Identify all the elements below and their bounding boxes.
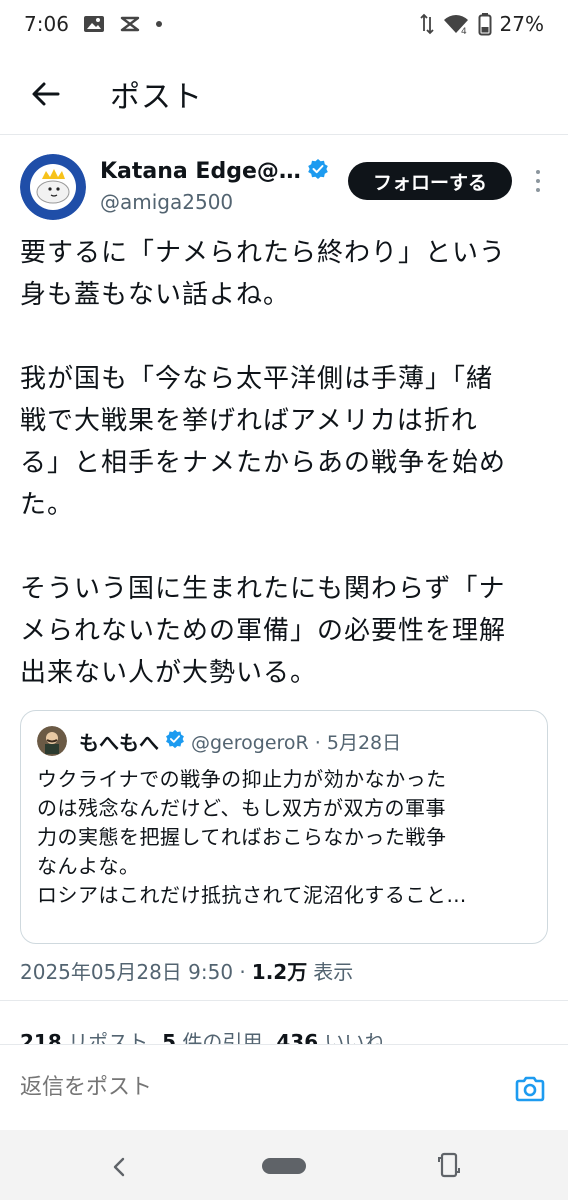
views-count: 1.2万 (251, 960, 308, 984)
quoted-tweet-text: ウクライナでの戦争の抑止力が効かなかった のは残念なんだけど、もし双方が双方の軍… (37, 765, 531, 910)
tweet-datetime: 2025年05月28日 9:50 · (20, 960, 246, 984)
notification-dot-icon (155, 20, 163, 28)
status-bar: 7:06 4 27% (0, 0, 568, 48)
rotate-icon (438, 1152, 460, 1178)
reply-bar (0, 1044, 568, 1130)
tweet-author: Katana Edge@… @amiga2500 フォローする (20, 152, 560, 222)
verified-badge-icon (307, 158, 329, 184)
rotate-screen-button[interactable] (434, 1148, 464, 1182)
system-back-button[interactable] (104, 1152, 134, 1182)
status-time: 7:06 (24, 12, 69, 36)
quoted-author-handle: @gerogeroR · 5月28日 (191, 731, 402, 754)
data-arrows-icon (419, 13, 434, 35)
quoted-author-avatar (37, 726, 67, 756)
quoted-author-name: もへもへ (79, 730, 159, 755)
author-name[interactable]: Katana Edge@… (100, 159, 301, 184)
views-label: 表示 (313, 960, 354, 984)
battery-icon (478, 12, 492, 36)
meta-divider (0, 1000, 568, 1001)
quoted-text-line: 力の実態を把握してればおこらなかった戦争 (37, 825, 447, 849)
reply-input[interactable] (20, 1069, 440, 1105)
capcut-icon (119, 14, 141, 34)
chevron-left-icon (113, 1157, 125, 1177)
more-options-icon[interactable] (526, 164, 550, 198)
quoted-text-line: のは残念なんだけど、もし双方が双方の軍事 (37, 796, 446, 820)
wifi-signal-icon: 4 (442, 13, 470, 35)
top-app-bar: ポスト (0, 58, 568, 130)
signal-label: 4 (461, 27, 467, 35)
gallery-icon (83, 14, 105, 34)
quoted-text-line: ウクライナでの戦争の抑止力が効かなかった (37, 767, 447, 791)
system-nav-bar (0, 1130, 568, 1200)
arrow-left-icon (32, 82, 60, 106)
back-button[interactable] (10, 58, 82, 130)
camera-button[interactable] (510, 1069, 550, 1109)
quoted-text-line: ロシアはこれだけ抵抗されて泥沼化すること… (37, 883, 467, 907)
tweet-paragraph: 要するに「ナメられたら終わり」という 身も蓋もない話よね。 (20, 238, 507, 310)
camera-icon (515, 1076, 545, 1102)
tweet-text: 要するに「ナメられたら終わり」という 身も蓋もない話よね。 我が国も「今なら太平… (20, 232, 550, 694)
page-title: ポスト (110, 80, 203, 115)
system-home-button[interactable] (262, 1158, 306, 1174)
author-handle[interactable]: @amiga2500 (100, 190, 233, 214)
quoted-tweet-card[interactable]: もへもへ @gerogeroR · 5月28日 ウクライナでの戦争の抑止力が効か… (20, 710, 548, 944)
battery-percent: 27% (499, 12, 544, 36)
tweet-meta: 2025年05月28日 9:50 · 1.2万 表示 (20, 956, 353, 985)
header-divider (0, 134, 568, 135)
author-avatar[interactable] (20, 154, 86, 220)
tweet-paragraph: そういう国に生まれたにも関わらず「ナ メられないための軍備」の必要性を理解 出来… (20, 574, 507, 688)
tweet-paragraph: 我が国も「今なら太平洋側は手薄」「緒 戦で大戦果を挙げればアメリカは折れ る」と… (20, 364, 507, 520)
verified-badge-icon (165, 729, 185, 753)
quoted-text-line: なんよな。 (37, 854, 140, 878)
follow-button[interactable]: フォローする (348, 162, 512, 200)
